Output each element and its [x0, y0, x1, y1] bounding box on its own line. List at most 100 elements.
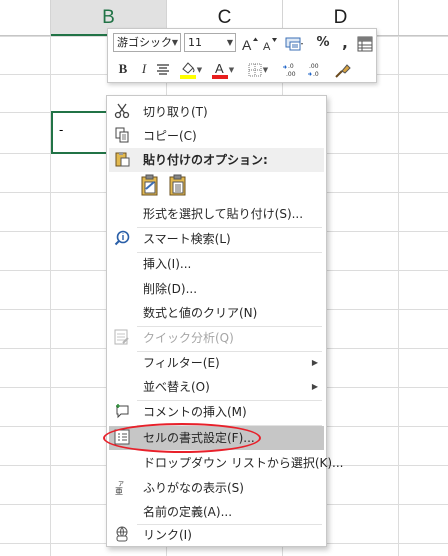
menu-item-insert[interactable]: 挿入(I)... [109, 252, 324, 276]
chevron-right-icon: ▶ [311, 382, 318, 391]
fill-color-button[interactable]: ▼ [177, 58, 205, 80]
column-header-a[interactable] [0, 0, 51, 35]
align-center-icon [157, 63, 169, 75]
font-size-value: 11 [188, 36, 202, 49]
menu-item-clear-contents[interactable]: 数式と値のクリア(N) [109, 301, 324, 325]
menu-item-label: スマート検索(L) [143, 232, 231, 246]
borders-icon [248, 63, 262, 76]
menu-item-insert-comment[interactable]: コメントの挿入(M) [109, 400, 324, 424]
decrease-font-icon: A [263, 37, 277, 53]
chevron-down-icon: ▼ [226, 38, 233, 47]
svg-text:A: A [215, 61, 224, 76]
menu-item-paste-special[interactable]: 形式を選択して貼り付け(S)... [109, 202, 324, 226]
menu-item-label: 切り取り(T) [143, 105, 208, 119]
decrease-decimal-icon: .00 .0 [308, 63, 319, 78]
menu-item-label: コピー(C) [143, 129, 197, 143]
mini-toolbar-row-1: 游ゴシック ▼ 11 ▼ A A % , [111, 31, 373, 55]
font-name-value: 游ゴシック [117, 36, 172, 49]
font-size-dropdown[interactable]: 11 ▼ [184, 33, 236, 52]
format-painter-button[interactable] [333, 58, 353, 80]
context-menu: 切り取り(T) コピー(C) 貼り付けのオプション: 形式を選択して貼り付け(S… [103, 95, 344, 547]
comma-icon: , [342, 34, 348, 52]
bold-icon: B [118, 61, 128, 76]
smart-lookup-icon [113, 230, 131, 248]
menu-item-link[interactable]: リンク(I) [109, 523, 324, 547]
decrease-font-size-button[interactable]: A [260, 32, 280, 54]
menu-item-sort[interactable]: 並べ替え(O) ▶ [109, 375, 324, 399]
number-format-button[interactable] [281, 32, 309, 54]
font-name-dropdown[interactable]: 游ゴシック ▼ [113, 33, 181, 52]
italic-icon: I [141, 61, 147, 76]
grid-line [398, 36, 399, 556]
menu-item-label: 削除(D)... [143, 282, 198, 296]
chevron-down-icon: ▼ [262, 65, 269, 74]
comment-icon [113, 403, 131, 421]
mini-toolbar-row-2: B I ▼ A ▼ ▼ .0 .00 .00 .0 [111, 57, 373, 81]
menu-item-quick-analysis: クイック分析(Q) [109, 326, 324, 350]
paste-options-header: 貼り付けのオプション: [109, 148, 324, 172]
menu-item-copy[interactable]: コピー(C) [109, 124, 324, 148]
menu-item-label: 名前の定義(A)... [143, 505, 233, 519]
paste-icon [113, 151, 131, 169]
menu-item-label: 挿入(I)... [143, 257, 192, 271]
menu-item-label: 並べ替え(O) [143, 380, 210, 394]
font-color-swatch [211, 74, 228, 79]
percent-style-button[interactable]: % [313, 32, 333, 54]
increase-font-icon: A [242, 37, 258, 53]
font-color-icon: A [211, 61, 228, 79]
percent-icon: % [316, 35, 330, 50]
increase-font-size-button[interactable]: A [240, 32, 260, 54]
paint-bucket-icon [179, 61, 196, 79]
menu-item-label: コメントの挿入(M) [143, 405, 247, 419]
menu-item-pick-from-dropdown[interactable]: ドロップダウン リストから選択(K)... [109, 451, 344, 475]
chevron-down-icon: ▼ [228, 65, 235, 74]
chevron-right-icon: ▶ [311, 358, 318, 367]
center-align-button[interactable] [153, 58, 173, 80]
chevron-down-icon: ▼ [196, 65, 203, 74]
paste-options-row: 貼り付けのオプション: [109, 148, 324, 172]
svg-text:.00: .00 [286, 71, 296, 78]
italic-button[interactable]: I [134, 58, 154, 80]
menu-item-cut[interactable]: 切り取り(T) [109, 100, 324, 124]
svg-text:亜: 亜 [115, 487, 123, 495]
paste-clipboard-icon [141, 174, 158, 196]
menu-item-label: セルの書式設定(F)... [143, 431, 255, 445]
column-header-e[interactable] [399, 0, 448, 35]
paste-values-icon [169, 174, 186, 196]
borders-button[interactable]: ▼ [244, 58, 272, 80]
increase-decimal-icon: .0 .00 [283, 63, 296, 78]
menu-item-show-furigana[interactable]: ア亜 ふりがなの表示(S) [109, 476, 324, 500]
menu-item-label: リンク(I) [143, 528, 192, 542]
format-painter-table-button[interactable] [355, 32, 375, 54]
svg-text:.0: .0 [288, 63, 294, 70]
menu-item-label: ドロップダウン リストから選択(K)... [143, 456, 344, 470]
increase-decimal-button[interactable]: .0 .00 [281, 58, 303, 80]
quick-analysis-icon [113, 329, 131, 347]
accounting-format-icon [285, 37, 303, 50]
link-icon [113, 526, 131, 544]
fill-color-swatch [179, 74, 196, 79]
bold-button[interactable]: B [113, 58, 133, 80]
menu-item-label: 貼り付けのオプション: [143, 153, 268, 167]
menu-item-define-name[interactable]: 名前の定義(A)... [109, 500, 324, 524]
table-format-icon [357, 36, 373, 51]
menu-item-label: フィルター(E) [143, 356, 220, 370]
menu-item-smart-lookup[interactable]: スマート検索(L) [109, 227, 324, 251]
menu-item-label: 数式と値のクリア(N) [143, 306, 258, 320]
copy-icon [113, 127, 131, 145]
menu-item-format-cells[interactable]: セルの書式設定(F)... [103, 423, 324, 453]
svg-text:.00: .00 [309, 63, 319, 70]
font-color-button[interactable]: A ▼ [209, 58, 237, 80]
decrease-decimal-button[interactable]: .00 .0 [306, 58, 328, 80]
menu-item-filter[interactable]: フィルター(E) ▶ [109, 351, 324, 375]
menu-item-label: クイック分析(Q) [143, 331, 234, 345]
cell-value: - [59, 122, 64, 137]
format-cells-icon [113, 429, 131, 447]
menu-item-delete[interactable]: 削除(D)... [109, 277, 324, 301]
paste-option-paste[interactable] [139, 173, 161, 197]
scissors-icon [113, 103, 131, 121]
paste-option-values[interactable] [167, 173, 189, 197]
mini-toolbar: 游ゴシック ▼ 11 ▼ A A % , B I ▼ A ▼ ▼ .0 .00 … [107, 28, 377, 83]
chevron-down-icon: ▼ [171, 38, 178, 47]
comma-style-button[interactable]: , [335, 32, 355, 54]
